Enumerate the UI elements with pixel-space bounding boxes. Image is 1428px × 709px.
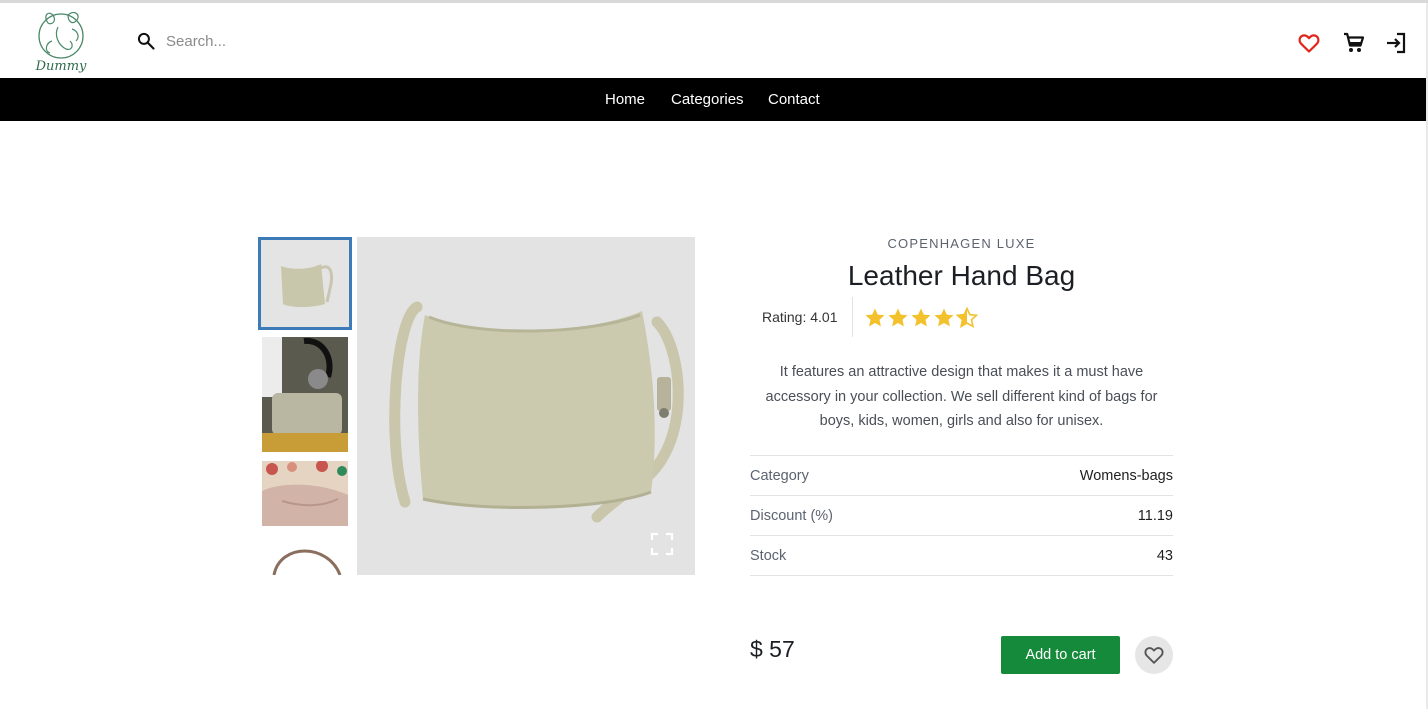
product-title: Leather Hand Bag bbox=[847, 260, 1076, 291]
search-bar bbox=[136, 29, 436, 53]
spec-key: Discount (%) bbox=[750, 507, 833, 524]
thumbnail-4[interactable] bbox=[262, 535, 348, 575]
add-to-cart-button[interactable]: Add to cart bbox=[1001, 636, 1120, 674]
nav-home[interactable]: Home bbox=[605, 91, 645, 108]
search-input[interactable] bbox=[166, 32, 416, 50]
nav-categories[interactable]: Categories bbox=[671, 91, 744, 108]
logo[interactable]: Dummy bbox=[28, 5, 94, 77]
search-icon[interactable] bbox=[136, 31, 156, 51]
rating-label: Rating: 4.01 bbox=[762, 309, 838, 325]
main-product-image[interactable] bbox=[357, 237, 695, 575]
star-1 bbox=[865, 308, 885, 327]
heart-outline-icon[interactable] bbox=[1297, 31, 1321, 55]
star-3 bbox=[911, 308, 931, 327]
login-icon[interactable] bbox=[1384, 31, 1408, 55]
spec-value: Womens-bags bbox=[1079, 467, 1173, 484]
star-2 bbox=[888, 308, 908, 327]
bag-detail-thumbnail-image bbox=[262, 461, 348, 526]
site-header: Dummy bbox=[0, 3, 1428, 78]
spec-row-stock: Stock 43 bbox=[750, 536, 1173, 576]
nav-contact[interactable]: Contact bbox=[768, 91, 820, 108]
heart-outline-icon bbox=[1144, 647, 1164, 664]
spec-row-discount: Discount (%) 11.19 bbox=[750, 496, 1173, 536]
spec-row-category: Category Womens-bags bbox=[750, 456, 1173, 496]
spec-key: Category bbox=[750, 467, 809, 484]
bag-thumbnail-image bbox=[281, 264, 333, 307]
star-rating bbox=[864, 306, 979, 330]
spec-table: Category Womens-bags Discount (%) 11.19 … bbox=[750, 455, 1173, 576]
product-price: $ 57 bbox=[750, 636, 795, 662]
spec-value: 11.19 bbox=[1137, 507, 1173, 524]
spec-key: Stock bbox=[750, 547, 787, 564]
thumbnail-1-selected[interactable] bbox=[258, 237, 352, 330]
bag-strap-thumbnail-image bbox=[272, 549, 342, 575]
star-4 bbox=[934, 308, 954, 327]
spec-value: 43 bbox=[1156, 547, 1173, 564]
star-5 bbox=[955, 306, 979, 328]
thumbnail-3[interactable] bbox=[262, 461, 348, 526]
main-nav: Home Categories Contact bbox=[0, 78, 1428, 121]
fullscreen-icon[interactable] bbox=[650, 532, 674, 556]
thumbnail-2[interactable] bbox=[262, 337, 348, 452]
rating-divider bbox=[852, 297, 853, 337]
bag-photo-thumbnail-image bbox=[262, 337, 348, 452]
stars-icon bbox=[865, 306, 979, 328]
product-description: It features an attractive design that ma… bbox=[765, 364, 1158, 429]
shopping-cart-icon[interactable] bbox=[1342, 31, 1366, 55]
logo-text: Dummy bbox=[35, 59, 87, 74]
leaf-logo-icon bbox=[38, 11, 84, 59]
leather-bag-image bbox=[389, 301, 684, 523]
thumbnail-strip bbox=[258, 237, 352, 575]
wishlist-button[interactable] bbox=[1135, 636, 1173, 674]
product-brand: COPENHAGEN LUXE bbox=[887, 236, 1036, 251]
